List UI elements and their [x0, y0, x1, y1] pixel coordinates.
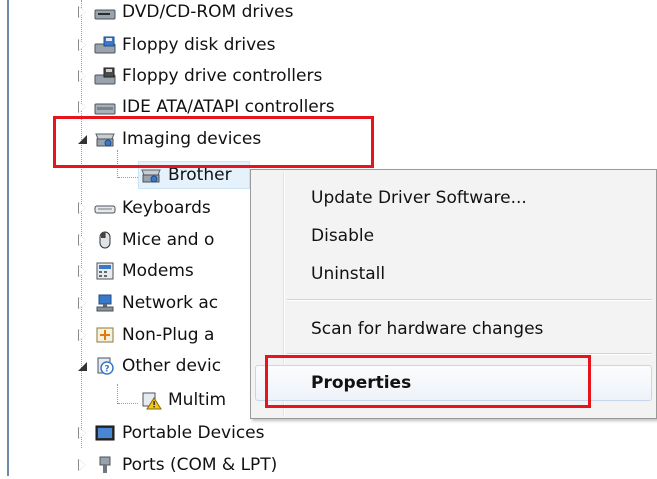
warning-device-icon [142, 392, 162, 410]
network-adapter-icon [96, 294, 114, 312]
tree-item-label: Keyboards [122, 198, 211, 218]
tree-item-label: Network ac [122, 293, 219, 313]
expand-arrow-icon[interactable] [76, 233, 90, 247]
tree-item-label: Other devic [122, 356, 222, 376]
expand-arrow-icon[interactable] [76, 426, 90, 440]
tree-item-label: Brother [168, 165, 232, 185]
expand-arrow-icon[interactable] [76, 328, 90, 342]
tree-item-other-devices[interactable]: ? Other devic [76, 352, 221, 380]
menu-item-disable[interactable]: Disable [311, 222, 374, 250]
tree-item-keyboards[interactable]: Keyboards [76, 194, 211, 222]
tree-item-label: IDE ATA/ATAPI controllers [122, 97, 335, 117]
expand-arrow-icon[interactable] [76, 201, 90, 215]
tree-item-label: DVD/CD-ROM drives [122, 2, 294, 22]
expand-arrow-icon[interactable] [76, 264, 90, 278]
expand-arrow-icon[interactable] [76, 69, 90, 83]
expand-arrow-icon[interactable] [76, 100, 90, 114]
port-icon [99, 456, 111, 473]
menu-item-scan-hardware[interactable]: Scan for hardware changes [311, 315, 543, 343]
tree-item-portable-devices[interactable]: Portable Devices [76, 419, 265, 447]
non-plug-icon [96, 327, 114, 343]
scanner-icon [141, 169, 161, 183]
tree-item-ports[interactable]: Ports (COM & LPT) [76, 451, 277, 479]
highlight-box-properties [265, 355, 591, 408]
tree-line [118, 403, 138, 404]
tree-item-label: Floppy drive controllers [122, 66, 323, 86]
tree-item-label: Portable Devices [122, 423, 265, 443]
svg-text:?: ? [104, 365, 109, 375]
collapse-arrow-icon[interactable] [76, 359, 90, 373]
menu-separator [287, 299, 652, 301]
floppy-disk-icon [94, 36, 116, 54]
tree-item-label: Modems [122, 261, 194, 281]
expand-arrow-icon[interactable] [76, 38, 90, 52]
menu-item-uninstall[interactable]: Uninstall [311, 260, 385, 288]
menu-item-update-driver[interactable]: Update Driver Software... [311, 184, 527, 212]
expand-arrow-icon[interactable] [76, 458, 90, 472]
tree-item-multimedia[interactable]: Multim [140, 386, 226, 414]
mouse-icon [99, 231, 111, 249]
tree-item-mice[interactable]: Mice and o [76, 226, 214, 254]
expand-arrow-icon[interactable] [76, 5, 90, 19]
tree-item-label: Multim [168, 390, 227, 410]
unknown-device-icon: ? [97, 357, 114, 375]
floppy-controller-icon [94, 67, 116, 85]
tree-item-label: Non-Plug a [122, 325, 215, 345]
modem-icon [96, 262, 114, 280]
tree-item-floppy-controllers[interactable]: Floppy drive controllers [76, 62, 322, 90]
expand-arrow-icon[interactable] [76, 296, 90, 310]
keyboard-icon [94, 205, 116, 214]
tree-item-label: Mice and o [122, 230, 215, 250]
portable-device-icon [95, 425, 115, 441]
tree-item-non-plug-and-play[interactable]: Non-Plug a [76, 321, 214, 349]
ide-controller-icon [94, 103, 116, 115]
tree-item-network-adapters[interactable]: Network ac [76, 289, 218, 317]
tree-item-label: Floppy disk drives [122, 35, 276, 55]
highlight-box-imaging-devices [53, 116, 374, 168]
tree-item-floppy-disk-drives[interactable]: Floppy disk drives [76, 31, 275, 59]
tree-item-label: Ports (COM & LPT) [122, 455, 278, 475]
dvd-drive-icon [94, 9, 116, 20]
tree-line [118, 177, 138, 178]
tree-item-modems[interactable]: Modems [76, 257, 194, 285]
tree-item-dvd-drives[interactable]: DVD/CD-ROM drives [76, 0, 293, 26]
tree-line [117, 384, 118, 404]
